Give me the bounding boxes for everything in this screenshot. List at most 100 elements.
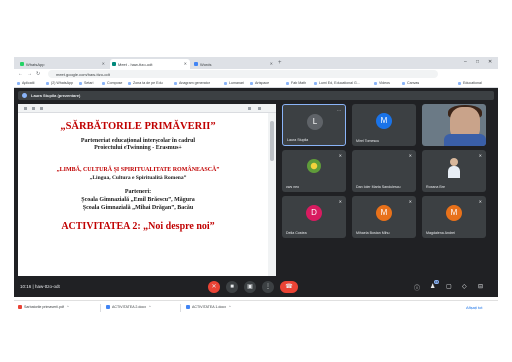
participant-tile[interactable]: D ✕ Delia Costea — [282, 196, 346, 238]
participant-tile[interactable]: ✕ Dan Ioler Marta Sandulescu — [352, 150, 416, 192]
participant-name: Roxana Bre — [426, 185, 445, 189]
minimize-icon[interactable]: – — [464, 59, 467, 65]
lock-icon[interactable]: ⊟ — [478, 283, 483, 290]
bookmark[interactable]: Fab Math — [286, 81, 306, 85]
bookmark[interactable]: Artspace — [250, 81, 269, 85]
download-item[interactable]: ACTIVITATEA 1.docx ^ — [186, 305, 231, 309]
bookmark[interactable]: (2) WhatsApp — [46, 81, 73, 85]
downloads-bar: Sarbatorile primaverii.pdf ^ ACTIVITATEA… — [14, 300, 498, 314]
back-icon[interactable]: ← — [18, 71, 23, 77]
people-icon[interactable]: ♟ 15 — [430, 280, 440, 290]
info-icon[interactable]: ⓘ — [414, 283, 420, 292]
more-options-button[interactable]: ⋮ — [262, 281, 274, 293]
meeting-time: 10:16 — [20, 284, 32, 289]
tab-label: WhatsApp — [26, 62, 45, 67]
doc-title: „SĂRBĂTORILE PRIMĂVERII” — [60, 121, 216, 132]
chevron-up-icon[interactable]: ^ — [229, 305, 231, 309]
close-window-icon[interactable]: ✕ — [488, 59, 492, 65]
participant-tile[interactable]: M ✕ Mihaela Bostan Mihu — [352, 196, 416, 238]
scrollbar-thumb[interactable] — [270, 121, 274, 161]
leave-call-button[interactable]: ☎ — [280, 281, 298, 293]
bookmark[interactable]: Lumi Ed, Educational G... — [314, 81, 360, 85]
download-item[interactable]: ACTIVITATEA 2.docx ^ — [106, 305, 151, 309]
bookmark[interactable]: Anagram generator — [174, 81, 210, 85]
person-avatar-icon — [448, 158, 460, 178]
toolbar-icon[interactable] — [40, 107, 43, 110]
toolbar-icon[interactable] — [32, 107, 35, 110]
word-file-icon — [186, 305, 190, 309]
participant-video-tile[interactable] — [422, 104, 486, 146]
participant-shirt — [444, 134, 486, 146]
document-icon — [194, 62, 198, 66]
toolbar-icon[interactable] — [24, 107, 27, 110]
present-button[interactable]: ▣ — [244, 281, 256, 293]
tab-whatsapp[interactable]: WhatsApp ✕ — [18, 59, 108, 69]
doc-line: Școala Gimnazială „Emil Brăescu”, Măgura — [81, 197, 195, 203]
mic-off-icon: ✕ — [408, 153, 412, 158]
avatar: M — [376, 113, 392, 129]
bookmark[interactable]: Lumanari — [224, 81, 244, 85]
bookmark[interactable]: Zona ta de pe Edu — [128, 81, 163, 85]
participant-name: Laura Stupila — [287, 138, 309, 142]
download-label: ACTIVITATEA 2.docx — [112, 305, 147, 309]
bookmark[interactable]: Educational — [458, 81, 482, 85]
download-item[interactable]: Sarbatorile primaverii.pdf ^ — [18, 305, 69, 309]
activities-icon[interactable]: ◇ — [462, 283, 467, 290]
participant-name: cws neo — [286, 185, 300, 189]
meet-window: Laura Stupila (prezentare) „SĂRBĂTORILE … — [14, 88, 498, 297]
toolbar-icon[interactable] — [248, 107, 251, 110]
present-screen-icon — [22, 93, 27, 98]
document-toolbar — [18, 104, 276, 113]
address-bar: ← → ↻ meet.google.com/haw-ttzo-odt — [14, 69, 498, 102]
presentation-banner: Laura Stupila (prezentare) — [18, 91, 494, 100]
more-options-icon[interactable]: ⋯ — [337, 108, 341, 113]
close-tab-icon[interactable]: ✕ — [270, 61, 273, 66]
forward-icon[interactable]: → — [27, 71, 32, 77]
chevron-up-icon[interactable]: ^ — [149, 305, 151, 309]
mic-off-button[interactable]: ✕ — [208, 281, 220, 293]
participant-tile[interactable]: M ✕ Magdalena Andrei — [422, 196, 486, 238]
scrollbar[interactable] — [268, 113, 276, 276]
participants-count-badge: 15 — [434, 280, 440, 284]
bookmark[interactable]: Canvas — [402, 81, 419, 85]
participant-tile[interactable]: L ⋯ Laura Stupila — [282, 104, 346, 146]
divider — [180, 304, 181, 312]
bookmark[interactable]: Compose — [102, 81, 122, 85]
tab-words[interactable]: Words ✕ — [192, 59, 276, 69]
meet-icon — [112, 62, 116, 66]
participant-tile[interactable]: ✕ Roxana Bre — [422, 150, 486, 192]
bookmark[interactable]: Setari — [79, 81, 93, 85]
reload-icon[interactable]: ↻ — [36, 71, 40, 77]
bookmark[interactable]: Videos — [374, 81, 390, 85]
mic-off-icon: ✕ — [478, 199, 482, 204]
divider — [100, 304, 101, 312]
close-tab-icon[interactable]: ✕ — [184, 61, 187, 66]
tab-label: Words — [200, 62, 212, 67]
chevron-up-icon[interactable]: ^ — [67, 305, 69, 309]
bookmark[interactable]: Aplicatii — [17, 81, 34, 85]
toolbar-icon[interactable] — [258, 107, 261, 110]
doc-line: Parteneriat educațional interșcolar în c… — [80, 138, 196, 144]
maximize-icon[interactable]: □ — [476, 59, 479, 65]
doc-project-title: „LIMBĂ, CULTURĂ ȘI SPIRITUALITATE ROMÂNE… — [56, 167, 220, 173]
browser-tab-bar: WhatsApp ✕ Meet - haw-ttzo-odt ✕ Words ✕… — [14, 57, 498, 69]
chat-icon[interactable]: ▢ — [446, 283, 452, 290]
close-tab-icon[interactable]: ✕ — [102, 61, 105, 66]
participant-tile[interactable]: ✕ cws neo — [282, 150, 346, 192]
tab-label: Meet - haw-ttzo-odt — [118, 62, 153, 67]
participant-tile[interactable]: M Mirel Tomescu — [352, 104, 416, 146]
mic-off-icon: ✕ — [408, 199, 412, 204]
mic-off-icon: ✕ — [338, 199, 342, 204]
mic-off-icon: ✕ — [478, 153, 482, 158]
url-input[interactable]: meet.google.com/haw-ttzo-odt — [48, 70, 438, 78]
doc-line: Școala Gimnazială „Mihai Drăgan”, Bacău — [82, 205, 194, 211]
presenting-text: Laura Stupila (prezentare) — [31, 93, 81, 98]
camera-button[interactable]: ■ — [226, 281, 238, 293]
tab-meet[interactable]: Meet - haw-ttzo-odt ✕ — [110, 59, 190, 69]
show-all-button[interactable]: Afișați tot — [466, 305, 482, 310]
doc-line: Parteneri: — [124, 189, 152, 195]
new-tab-icon[interactable]: + — [278, 60, 282, 66]
participant-name: Mirel Tomescu — [356, 139, 380, 143]
doc-line: Proiectului eTwinning - Erasmus+ — [94, 145, 182, 151]
avatar: M — [376, 205, 392, 221]
